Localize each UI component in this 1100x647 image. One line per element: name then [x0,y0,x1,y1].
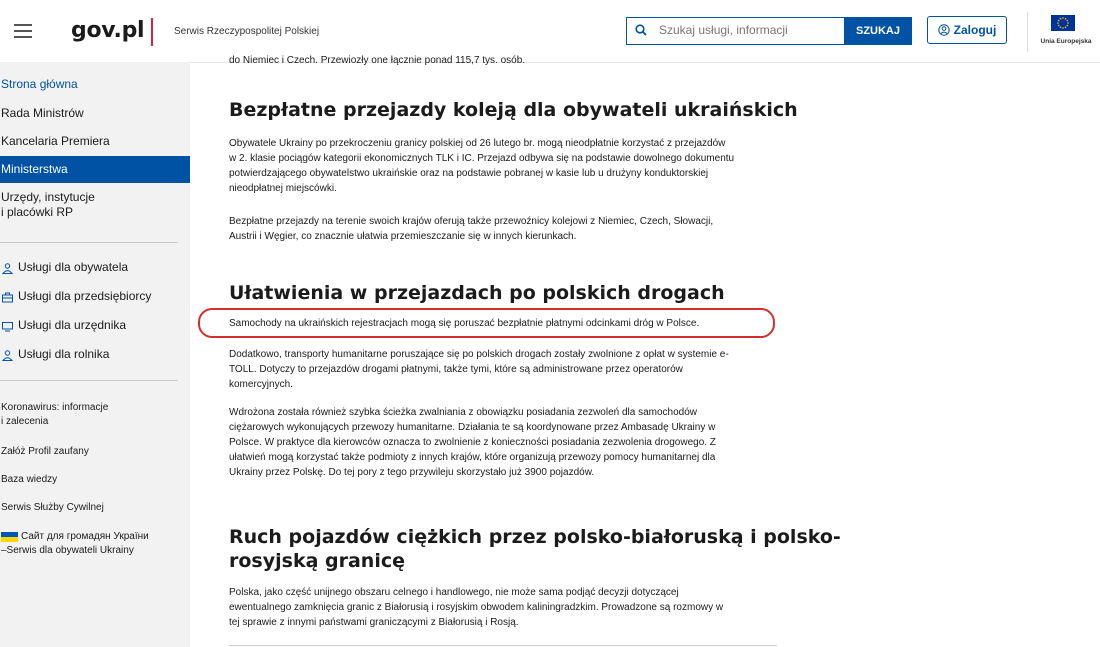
search-icon [635,24,647,36]
section-heading-roads: Ułatwienia w przejazdach po polskich dro… [229,282,725,304]
sidebar-divider [0,380,178,381]
search-button[interactable]: SZUKAJ [844,17,912,45]
sidebar-item-chancellery[interactable]: Kancelaria Premiera [0,134,190,152]
sidebar-item-label: Usługi dla obywatela [18,260,129,274]
sidebar-item-business-services[interactable]: Usługi dla przedsiębiorcy [0,289,190,307]
eu-label: Unia Europejska [1040,38,1092,45]
article-paragraph-fragment: do Niemiec i Czech. Przewiozły one łączn… [229,55,526,66]
sidebar-item-label: Usługi dla urzędnika [18,318,127,332]
sidebar-item-label: Сайт для громадян України [21,531,149,542]
content-divider [229,645,777,646]
sidebar-item-farmer-services[interactable]: Usługi dla rolnika [0,347,190,365]
article-paragraph: Polska, jako część unijnego obszaru celn… [229,587,724,628]
sidebar-item-label: Rada Ministrów [1,106,84,120]
search-input[interactable] [659,23,839,37]
sidebar-item-council-of-ministers[interactable]: Rada Ministrów [0,106,190,124]
sidebar-item-label: Koronawirus: informacje [1,402,109,413]
sidebar-item-label: Kancelaria Premiera [1,134,110,148]
sidebar-item-label: Strona główna [1,77,78,91]
sidebar-item-label: Usługi dla przedsiębiorcy [18,289,152,303]
sidebar-item-home[interactable]: Strona główna [0,77,190,95]
menu-icon[interactable] [14,24,32,38]
section-heading-heavy-vehicles: Ruch pojazdów ciężkich przez polsko-biał… [229,526,841,572]
user-circle-icon [937,24,950,36]
monitor-icon [2,322,13,332]
sidebar-item-coronavirus[interactable]: Koronawirus: informacje i zalecenia [0,401,190,431]
sidebar-item-label: Serwis Służby Cywilnej [1,502,104,513]
section-heading-rail: Bezpłatne przejazdy koleją dla obywateli… [229,99,798,121]
sidebar-item-official-services[interactable]: Usługi dla urzędnika [0,318,190,336]
sidebar-item-label: Urzędy, instytucje [1,190,95,204]
sidebar-item-knowledge-base[interactable]: Baza wiedzy [0,474,190,490]
article-paragraph: Wdrożona została również szybka ścieżka … [229,407,716,478]
article-paragraph: Obywatele Ukrainy po przekroczeniu grani… [229,138,735,194]
eu-logo[interactable]: Unia Europejska [1027,12,1100,52]
sidebar-item-offices[interactable]: Urzędy, instytucje i placówki RP [0,190,190,222]
sidebar-item-label-line2: i zalecenia [1,416,49,427]
sidebar-item-label: Baza wiedzy [1,474,58,485]
eu-flag-icon [1051,15,1075,31]
gov-pl-logo[interactable]: gov.pl [71,18,145,43]
login-label: Zaloguj [953,23,997,37]
person-icon [2,263,13,274]
sidebar-item-civil-service[interactable]: Serwis Służby Cywilnej [0,502,190,518]
ukraine-flag-icon [1,532,18,542]
login-button[interactable]: Zaloguj [927,16,1007,44]
sidebar-divider [0,242,178,243]
article-paragraph: Dodatkowo, transporty humanitarne porusz… [229,349,729,390]
sidebar-item-label-line2: –Serwis dla obywateli Ukrainy [1,545,134,556]
sidebar-item-label: Ministerstwa [1,162,68,176]
service-name: Serwis Rzeczypospolitej Polskiej [174,26,320,37]
sidebar-item-label: Usługi dla rolnika [18,347,110,361]
sidebar-item-citizen-services[interactable]: Usługi dla obywatela [0,260,190,278]
sidebar-item-trusted-profile[interactable]: Załóż Profil zaufany [0,446,190,462]
person-icon [2,350,13,361]
search-box [626,17,844,45]
briefcase-icon [2,292,13,303]
sidebar-item-label: Załóż Profil zaufany [1,446,89,457]
article-paragraph: Bezpłatne przejazdy na terenie swoich kr… [229,216,714,242]
sidebar: Strona główna Rada Ministrów Kancelaria … [0,62,190,647]
red-highlight-annotation [198,308,775,338]
sidebar-item-label-line2: i placówki RP [1,205,74,219]
sidebar-item-ukraine[interactable]: Сайт для громадян України –Serwis dla ob… [0,530,190,560]
sidebar-item-ministries[interactable]: Ministerstwa [0,156,190,183]
logo-divider [151,18,153,46]
